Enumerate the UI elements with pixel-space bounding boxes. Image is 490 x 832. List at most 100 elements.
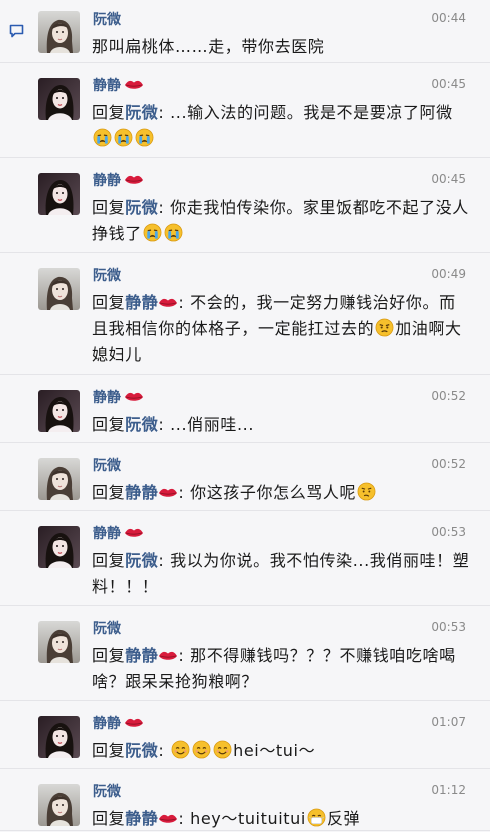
reply-prefix: 回复 xyxy=(92,483,126,502)
author-name[interactable]: 阮微 xyxy=(93,618,121,638)
message-item[interactable]: 静静 00:45 回复阮微: ...输入法的问题。我是不是要凉了阿微 xyxy=(0,62,490,158)
avatar[interactable] xyxy=(38,458,80,500)
author-name[interactable]: 阮微 xyxy=(93,265,121,285)
mention-link[interactable]: 阮微 xyxy=(125,103,158,122)
message-item[interactable]: 静静 00:52 回复阮微: ...俏丽哇... xyxy=(0,374,490,443)
smile-emoji-icon xyxy=(171,740,190,759)
message-body: 回复阮微: hei～tui～ xyxy=(92,738,472,764)
reply-prefix: 回复 xyxy=(92,198,126,217)
author-name-text: 静静 xyxy=(93,716,121,732)
author-name-text: 静静 xyxy=(93,78,121,94)
confused-emoji-icon xyxy=(357,482,376,501)
lips-icon xyxy=(159,651,178,660)
crying-emoji-icon xyxy=(164,223,183,242)
message-text: ...输入法的问题。我是不是要凉了阿微 xyxy=(170,103,453,122)
reply-prefix: 回复 xyxy=(92,551,126,570)
avatar[interactable] xyxy=(38,621,80,663)
message-body: 回复阮微: ...输入法的问题。我是不是要凉了阿微 xyxy=(92,100,472,152)
author-name-text: 阮微 xyxy=(93,12,121,28)
timestamp: 01:07 xyxy=(431,715,466,729)
author-name-text: 阮微 xyxy=(93,268,121,284)
author-name-text: 阮微 xyxy=(93,621,121,637)
avatar[interactable] xyxy=(38,78,80,120)
mention-colon: : xyxy=(178,483,191,502)
reply-prefix: 回复 xyxy=(92,741,126,760)
lips-icon xyxy=(159,488,178,497)
message-item[interactable]: 阮微 00:49 回复静静: 不会的，我一定努力赚钱治好你。而且我相信你的体格子，一… xyxy=(0,252,490,375)
mention-link[interactable]: 静静 xyxy=(125,293,178,312)
lips-icon xyxy=(125,718,143,727)
message-item[interactable]: 静静 01:07 回复阮微: hei～tui～ xyxy=(0,700,490,769)
lips-icon xyxy=(159,814,178,823)
message-body: 回复阮微: ...俏丽哇... xyxy=(92,412,472,438)
author-name[interactable]: 静静 xyxy=(93,713,144,733)
lips-icon xyxy=(125,175,143,184)
avatar[interactable] xyxy=(38,716,80,758)
reply-prefix: 回复 xyxy=(92,415,126,434)
message-text: hey～tuituitui xyxy=(190,809,306,828)
author-name-text: 静静 xyxy=(93,526,121,542)
lips-icon xyxy=(159,298,178,307)
mention-link[interactable]: 静静 xyxy=(125,483,178,502)
author-name-text: 静静 xyxy=(93,390,121,406)
mention-text: 静静 xyxy=(125,483,159,502)
mention-colon: : xyxy=(178,293,191,312)
author-name-text: 阮微 xyxy=(93,458,121,474)
mention-link[interactable]: 阮微 xyxy=(125,198,158,217)
message-body: 回复阮微: 你走我怕传染你。家里饭都吃不起了没人挣钱了 xyxy=(92,195,472,247)
author-name[interactable]: 静静 xyxy=(93,170,144,190)
message-body: 回复静静: 那不得赚钱吗？？？不赚钱咱吃啥喝啥？跟呆呆抢狗粮啊？ xyxy=(92,643,472,695)
avatar[interactable] xyxy=(38,173,80,215)
mention-colon: : xyxy=(178,809,191,828)
crying-emoji-icon xyxy=(143,223,162,242)
crying-emoji-icon xyxy=(114,128,133,147)
reply-prefix: 回复 xyxy=(92,103,126,122)
mention-colon: : xyxy=(178,646,191,665)
message-body: 回复静静: 你这孩子你怎么骂人呢 xyxy=(92,480,472,506)
message-body: 那叫扁桃体……走，带你去医院 xyxy=(92,34,472,60)
message-body: 回复静静: hey～tuituitui 反弹 xyxy=(92,806,472,832)
avatar[interactable] xyxy=(38,784,80,826)
reply-prefix: 回复 xyxy=(92,646,126,665)
author-name[interactable]: 静静 xyxy=(93,523,144,543)
lips-icon xyxy=(125,528,143,537)
message-item[interactable]: 阮微 00:44 那叫扁桃体……走，带你去医院 xyxy=(0,0,490,63)
message-text: ...俏丽哇... xyxy=(170,415,255,434)
avatar[interactable] xyxy=(38,268,80,310)
message-item[interactable]: 静静 00:45 回复阮微: 你走我怕传染你。家里饭都吃不起了没人挣钱了 xyxy=(0,157,490,253)
mention-link[interactable]: 静静 xyxy=(125,809,178,828)
timestamp: 00:44 xyxy=(431,11,466,25)
timestamp: 00:53 xyxy=(431,525,466,539)
mention-text: 静静 xyxy=(125,293,159,312)
message-item[interactable]: 阮微 01:12 回复静静: hey～tuituitui 反弹 xyxy=(0,768,490,831)
timestamp: 00:45 xyxy=(431,172,466,186)
mention-text: 静静 xyxy=(125,809,159,828)
mention-colon: : xyxy=(158,103,171,122)
mention-text: 阮微 xyxy=(125,551,159,570)
timestamp: 00:52 xyxy=(431,389,466,403)
avatar[interactable] xyxy=(38,390,80,432)
author-name[interactable]: 阮微 xyxy=(93,781,121,801)
message-text: 那叫扁桃体……走，带你去医院 xyxy=(92,37,325,56)
message-item[interactable]: 阮微 00:52 回复静静: 你这孩子你怎么骂人呢 xyxy=(0,442,490,511)
mask-emoji-icon xyxy=(307,808,326,827)
avatar[interactable] xyxy=(38,11,80,53)
author-name[interactable]: 阮微 xyxy=(93,455,121,475)
author-name-text: 静静 xyxy=(93,173,121,189)
message-text-after: hei～tui～ xyxy=(233,741,316,760)
timestamp: 00:53 xyxy=(431,620,466,634)
author-name[interactable]: 静静 xyxy=(93,387,144,407)
author-name[interactable]: 静静 xyxy=(93,75,144,95)
mention-link[interactable]: 阮微 xyxy=(125,551,158,570)
timestamp: 00:49 xyxy=(431,267,466,281)
reply-prefix: 回复 xyxy=(92,809,126,828)
mention-link[interactable]: 阮微 xyxy=(125,741,158,760)
mention-link[interactable]: 阮微 xyxy=(125,415,158,434)
message-item[interactable]: 阮微 00:53 回复静静: 那不得赚钱吗？？？不赚钱咱吃啥喝啥？跟呆呆抢狗粮啊？ xyxy=(0,605,490,701)
message-item[interactable]: 静静 00:53 回复阮微: 我以为你说。我不怕传染...我俏丽哇！塑料！！！ xyxy=(0,510,490,606)
avatar[interactable] xyxy=(38,526,80,568)
message-body: 回复静静: 不会的，我一定努力赚钱治好你。而且我相信你的体格子，一定能扛过去的加… xyxy=(92,290,472,368)
author-name[interactable]: 阮微 xyxy=(93,9,121,29)
mention-link[interactable]: 静静 xyxy=(125,646,178,665)
frowning-emoji-icon xyxy=(375,318,394,337)
